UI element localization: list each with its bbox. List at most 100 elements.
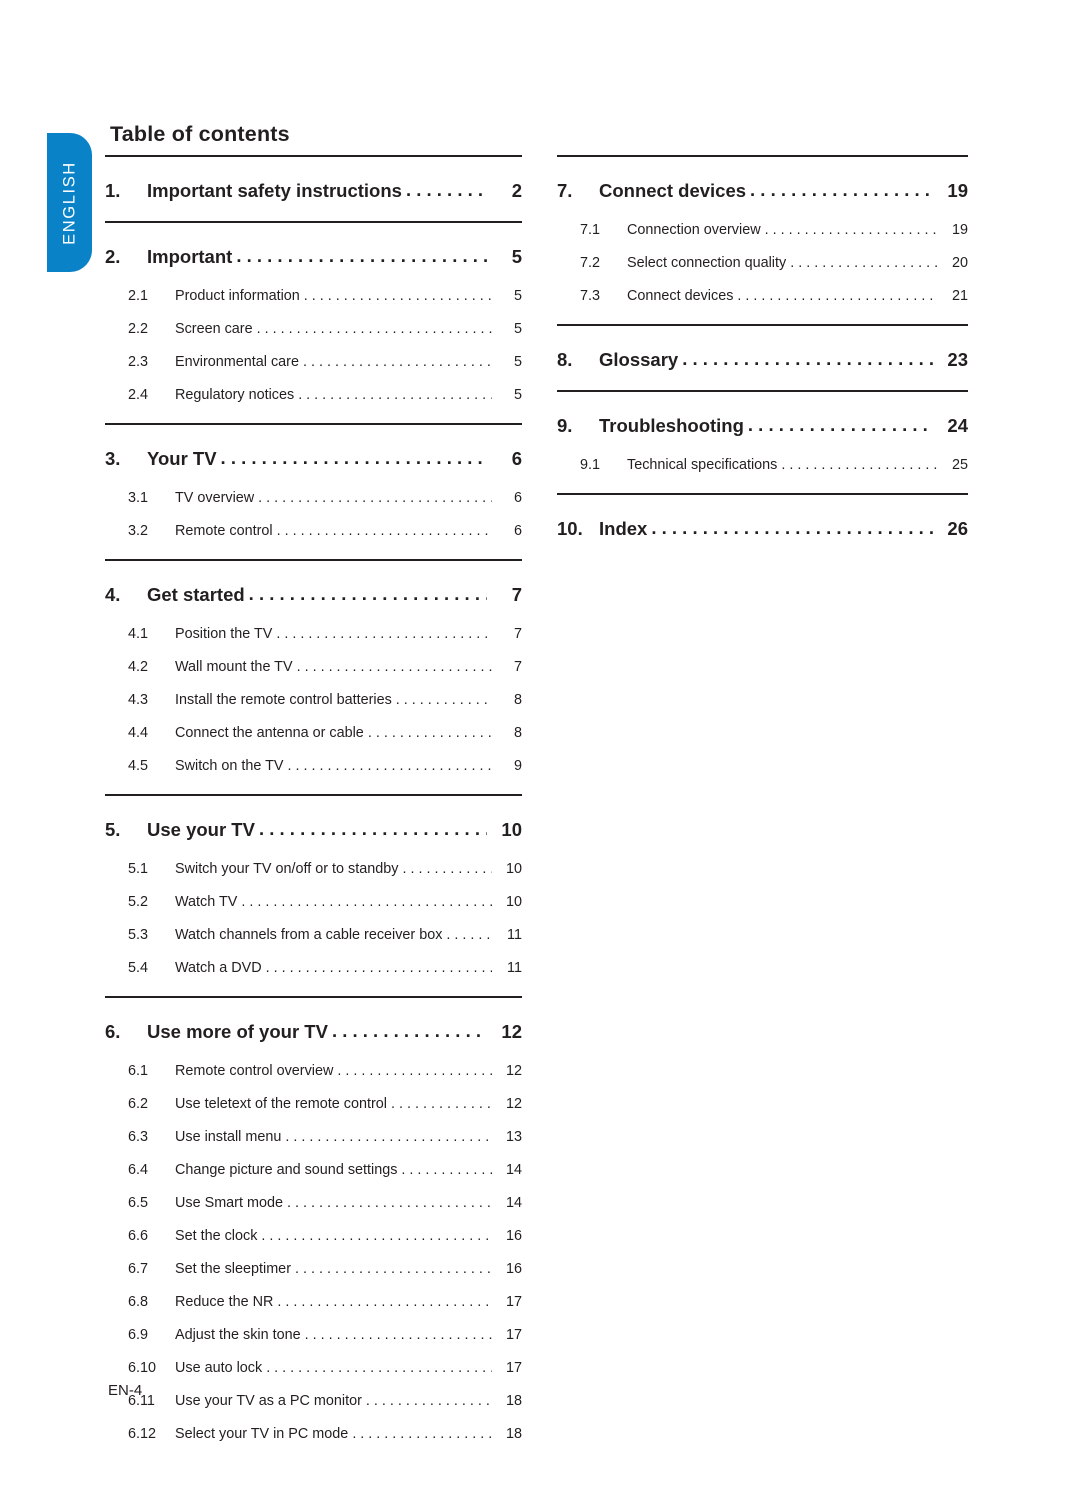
toc-entry-number: 6.6 xyxy=(128,1227,149,1244)
toc-entry-minor[interactable]: 4.4 Connect the antenna or cable 8 xyxy=(105,716,522,749)
group-gap xyxy=(105,213,522,221)
toc-entry-label: Use more of your TV xyxy=(147,1020,328,1042)
toc-entry-minor[interactable]: 2.3 Environmental care 5 xyxy=(105,345,522,378)
toc-entry-minor[interactable]: 6.1 Remote control overview 12 xyxy=(105,1054,522,1087)
toc-entry-number: 7. xyxy=(557,179,573,201)
toc-entry-number: 6.3 xyxy=(128,1128,149,1145)
toc-dot-leader xyxy=(682,350,933,369)
toc-entry-label: Switch on the TV xyxy=(175,757,284,774)
toc-entry-page-number: 5 xyxy=(513,287,522,304)
toc-entry-number: 4. xyxy=(105,583,121,605)
toc-entry-label: Use Smart mode xyxy=(175,1194,283,1211)
toc-entry-major[interactable]: 1. Important safety instructions 2 xyxy=(105,168,522,213)
toc-entry-label: Watch a DVD xyxy=(175,959,262,976)
toc-dot-leader xyxy=(402,861,492,875)
toc-entry-minor[interactable]: 6.8 Reduce the NR 17 xyxy=(105,1285,522,1318)
toc-entry-minor[interactable]: 2.2 Screen care 5 xyxy=(105,312,522,345)
toc-dot-leader xyxy=(406,181,487,200)
toc-entry-minor[interactable]: 6.12 Select your TV in PC mode 18 xyxy=(105,1417,522,1450)
toc-entry-minor[interactable]: 4.5 Switch on the TV 9 xyxy=(105,749,522,782)
toc-entry-label: Adjust the skin tone xyxy=(175,1326,301,1343)
toc-entry-minor[interactable]: 5.3 Watch channels from a cable receiver … xyxy=(105,918,522,951)
toc-entry-label: Wall mount the TV xyxy=(175,658,293,675)
toc-entry-minor[interactable]: 7.3 Connect devices 21 xyxy=(557,279,968,312)
toc-entry-minor[interactable]: 7.1 Connection overview 19 xyxy=(557,213,968,246)
toc-entry-major[interactable]: 9. Troubleshooting 24 xyxy=(557,403,968,448)
toc-entry-label: Connect devices xyxy=(627,287,734,304)
toc-entry-number: 4.2 xyxy=(128,658,149,675)
toc-entry-number: 6.12 xyxy=(128,1425,157,1442)
toc-entry-major[interactable]: 5. Use your TV 10 xyxy=(105,807,522,852)
toc-entry-page-number: 5 xyxy=(513,320,522,337)
toc-entry-number: 6. xyxy=(105,1020,121,1042)
toc-entry-minor[interactable]: 6.10 Use auto lock 17 xyxy=(105,1351,522,1384)
toc-entry-label: Select your TV in PC mode xyxy=(175,1425,349,1442)
toc-entry-minor[interactable]: 3.2 Remote control 6 xyxy=(105,514,522,547)
toc-entry-label: Product information xyxy=(175,287,300,304)
toc-dot-leader xyxy=(446,927,492,941)
toc-entry-major[interactable]: 2. Important 5 xyxy=(105,234,522,279)
toc-dot-leader xyxy=(295,1261,492,1275)
toc-entry-number: 7.2 xyxy=(580,254,601,271)
toc-entry-page-number: 2 xyxy=(511,179,522,201)
toc-entry-page-number: 5 xyxy=(513,353,522,370)
toc-entry-label: Set the sleeptimer xyxy=(175,1260,291,1277)
toc-dot-leader xyxy=(305,1327,492,1341)
toc-dot-leader xyxy=(277,523,492,537)
toc-entry-page-number: 18 xyxy=(505,1392,522,1409)
toc-entry-page-number: 17 xyxy=(505,1293,522,1310)
toc-entry-label: Use install menu xyxy=(175,1128,282,1145)
toc-entry-label: Change picture and sound settings xyxy=(175,1161,398,1178)
toc-entry-minor[interactable]: 9.1 Technical specifications 25 xyxy=(557,448,968,481)
toc-entry-minor[interactable]: 5.4 Watch a DVD 11 xyxy=(105,951,522,984)
toc-entry-page-number: 8 xyxy=(513,724,522,741)
toc-entry-number: 5.3 xyxy=(128,926,149,943)
toc-entry-number: 2. xyxy=(105,245,121,267)
toc-entry-major[interactable]: 6. Use more of your TV 12 xyxy=(105,1009,522,1054)
toc-entry-minor[interactable]: 2.1 Product information 5 xyxy=(105,279,522,312)
toc-entry-minor[interactable]: 2.4 Regulatory notices 5 xyxy=(105,378,522,411)
toc-entry-page-number: 10 xyxy=(505,860,522,877)
toc-entry-minor[interactable]: 5.1 Switch your TV on/off or to standby 10 xyxy=(105,852,522,885)
toc-entry-page-number: 24 xyxy=(947,414,968,436)
toc-entry-minor[interactable]: 6.7 Set the sleeptimer 16 xyxy=(105,1252,522,1285)
toc-dot-leader xyxy=(781,457,938,471)
toc-entry-major[interactable]: 4. Get started 7 xyxy=(105,572,522,617)
toc-entry-number: 7.1 xyxy=(580,221,601,238)
toc-entry-minor[interactable]: 6.5 Use Smart mode 14 xyxy=(105,1186,522,1219)
toc-entry-minor[interactable]: 5.2 Watch TV 10 xyxy=(105,885,522,918)
toc-entry-major[interactable]: 8. Glossary 23 xyxy=(557,337,968,382)
toc-entry-major[interactable]: 3. Your TV 6 xyxy=(105,436,522,481)
toc-entry-page-number: 6 xyxy=(513,489,522,506)
rule-gap xyxy=(557,392,968,403)
toc-entry-minor[interactable]: 6.2 Use teletext of the remote control 12 xyxy=(105,1087,522,1120)
toc-entry-label: Important xyxy=(147,245,233,267)
toc-entry-minor[interactable]: 4.1 Position the TV 7 xyxy=(105,617,522,650)
toc-dot-leader xyxy=(266,960,492,974)
toc-entry-page-number: 9 xyxy=(513,757,522,774)
toc-entry-minor[interactable]: 6.6 Set the clock 16 xyxy=(105,1219,522,1252)
toc-dot-leader xyxy=(236,247,487,266)
toc-entry-label: Position the TV xyxy=(175,625,273,642)
toc-entry-major[interactable]: 10. Index 26 xyxy=(557,506,968,551)
toc-dot-leader xyxy=(221,449,487,468)
toc-dot-leader xyxy=(748,416,933,435)
toc-entry-minor[interactable]: 6.11Use your TV as a PC monitor18 xyxy=(105,1384,522,1417)
toc-entry-minor[interactable]: 4.3 Install the remote control batteries 8 xyxy=(105,683,522,716)
toc-entry-label: Your TV xyxy=(147,447,217,469)
toc-entry-minor[interactable]: 6.4 Change picture and sound settings 14 xyxy=(105,1153,522,1186)
rule-gap xyxy=(105,561,522,572)
toc-entry-page-number: 10 xyxy=(505,893,522,910)
toc-entry-major[interactable]: 7. Connect devices 19 xyxy=(557,168,968,213)
toc-dot-leader xyxy=(266,1360,492,1374)
group-gap xyxy=(105,984,522,996)
toc-entry-minor[interactable]: 7.2 Select connection quality 20 xyxy=(557,246,968,279)
toc-entry-minor[interactable]: 3.1 TV overview 6 xyxy=(105,481,522,514)
toc-section-group: 9. Troubleshooting 24 9.1 Technical specific… xyxy=(557,403,968,481)
toc-section-group: 10. Index 26 xyxy=(557,506,968,551)
toc-entry-minor[interactable]: 6.9 Adjust the skin tone 17 xyxy=(105,1318,522,1351)
toc-entry-page-number: 11 xyxy=(507,959,522,976)
group-gap xyxy=(557,312,968,324)
toc-entry-minor[interactable]: 4.2 Wall mount the TV 7 xyxy=(105,650,522,683)
toc-entry-minor[interactable]: 6.3 Use install menu 13 xyxy=(105,1120,522,1153)
